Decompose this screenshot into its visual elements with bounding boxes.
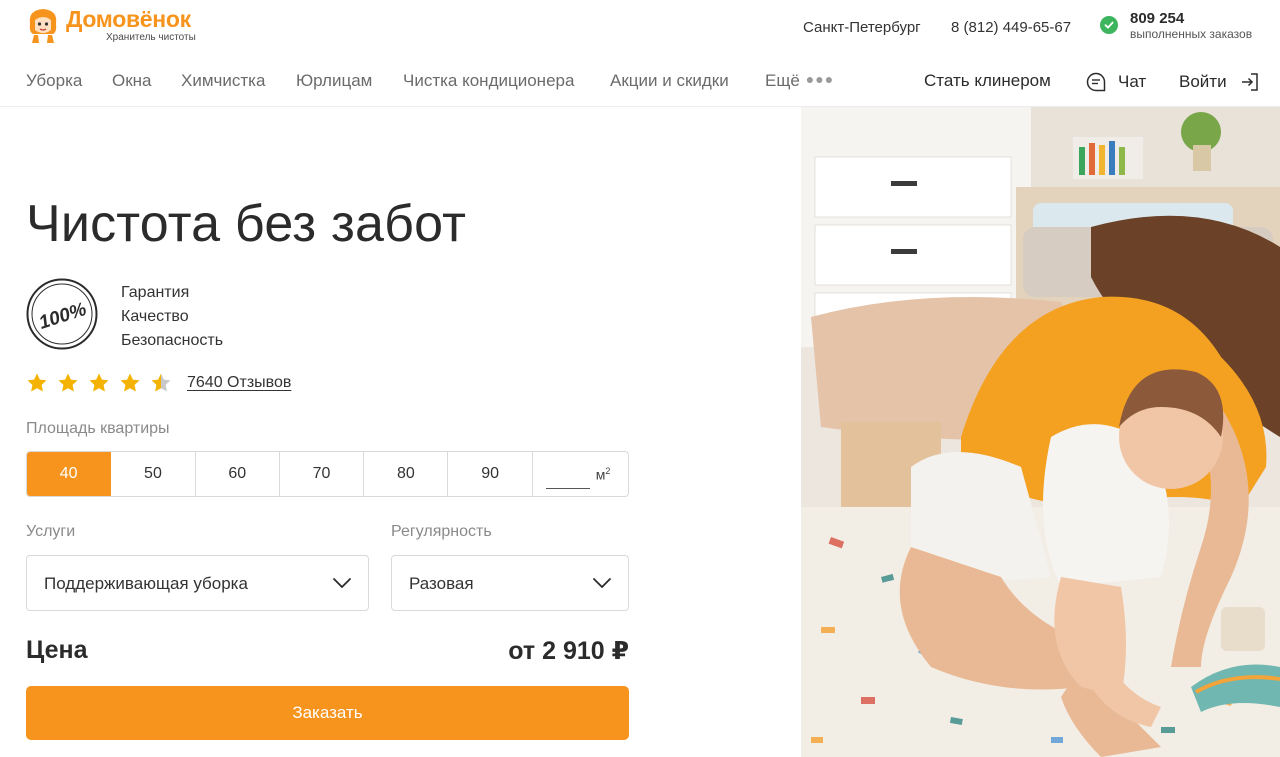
orders-label: выполненных заказов [1130,27,1253,41]
reviews-link[interactable]: 7640 Отзывов [187,374,291,392]
login-label: Войти [1179,72,1227,91]
chat-button[interactable]: Чат [1085,71,1146,93]
chat-bubble-icon [1086,72,1106,92]
price-value: от 2 910 ₽ [508,637,629,665]
regularity-select[interactable]: Разовая [391,555,629,611]
main-nav: Уборка Окна Химчистка Юрлицам Чистка кон… [0,56,1280,107]
nav-item-more[interactable]: Ещё ●●● [765,71,834,91]
star-icon [151,373,171,392]
hero-photo-illustration [801,107,1280,757]
area-input-underline [545,488,590,489]
hero-title: Чистота без забот [26,195,467,253]
orders-counter: 809 254 выполненных заказов [1100,10,1252,42]
area-option-60[interactable]: 60 [195,452,280,496]
check-circle-icon [1100,16,1118,34]
services-select[interactable]: Поддерживающая уборка [26,555,369,611]
chevron-down-icon [593,578,611,588]
services-value: Поддерживающая уборка [44,574,248,593]
guarantee-item: Качество [121,308,189,325]
regularity-label: Регулярность [391,523,492,540]
rating-stars [26,372,181,394]
rating: 7640 Отзывов [26,372,291,394]
guarantees-list: Гарантия Качество Безопасность [121,281,223,353]
badge-text: 100% [36,299,89,334]
hero-photo [801,107,1280,757]
area-option-70[interactable]: 70 [279,452,365,496]
nav-item-ac-cleaning[interactable]: Чистка кондиционера [403,71,574,91]
mascot-logo-icon [29,9,57,43]
area-option-90[interactable]: 90 [448,452,533,496]
area-selector: 40 50 60 70 80 90 м2 [26,451,629,497]
phone-link[interactable]: 8 (812) 449-65-67 [951,19,1071,36]
logo-tagline: Хранитель чистоты [106,31,196,43]
logo-name: Домовёнок [66,5,191,32]
nav-item-dry-cleaning[interactable]: Химчистка [181,71,265,91]
nav-item-cleaning[interactable]: Уборка [26,71,82,91]
order-button[interactable]: Заказать [26,686,629,740]
area-option-80[interactable]: 80 [364,452,449,496]
area-unit: м2 [595,466,611,483]
nav-more-label: Ещё [765,71,800,90]
guarantee-item: Гарантия [121,284,190,301]
services-label: Услуги [26,523,76,540]
star-icon [27,373,47,392]
guarantee-item: Безопасность [121,332,224,349]
star-icon [120,373,140,392]
nav-item-promotions[interactable]: Акции и скидки [610,71,729,91]
logo[interactable]: Домовёнок Хранитель чистоты [26,6,196,44]
area-option-40[interactable]: 40 [27,452,112,496]
area-label: Площадь квартиры [26,420,170,437]
city-selector[interactable]: Санкт-Петербург [803,19,921,36]
area-option-50[interactable]: 50 [111,452,196,496]
login-button[interactable]: Войти [1179,71,1261,93]
price-label: Цена [26,636,88,664]
guarantee-badge-icon: 100% [26,278,98,350]
nav-item-windows[interactable]: Окна [112,71,152,91]
star-icon [58,373,78,392]
regularity-value: Разовая [409,574,474,593]
header-top: Домовёнок Хранитель чистоты Санкт-Петерб… [0,0,1280,56]
login-arrow-icon [1241,73,1258,91]
more-dots-icon: ●●● [805,71,835,87]
orders-count: 809 254 [1130,10,1185,27]
chevron-down-icon [333,578,351,588]
area-custom-input[interactable]: м2 [533,452,628,496]
become-cleaner-link[interactable]: Стать клинером [924,71,1051,91]
chat-label: Чат [1118,72,1147,91]
nav-item-legal-entities[interactable]: Юрлицам [296,71,372,91]
star-icon [89,373,109,392]
